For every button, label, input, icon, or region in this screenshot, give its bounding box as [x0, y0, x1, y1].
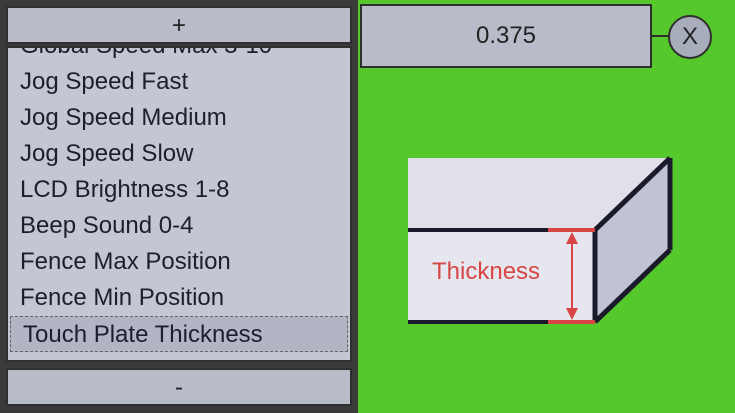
settings-list[interactable]: Global Speed Max 3-10 Jog Speed Fast Jog…: [6, 46, 352, 362]
list-item-jog-speed-fast[interactable]: Jog Speed Fast: [8, 64, 350, 100]
list-item-jog-speed-medium[interactable]: Jog Speed Medium: [8, 100, 350, 136]
thickness-label: Thickness: [432, 258, 541, 285]
list-item-jog-speed-slow[interactable]: Jog Speed Slow: [8, 136, 350, 172]
close-button[interactable]: X: [668, 15, 712, 59]
list-item-global-speed[interactable]: Global Speed Max 3-10: [8, 48, 350, 64]
list-item-fence-max[interactable]: Fence Max Position: [8, 244, 350, 280]
thickness-illustration: [408, 156, 673, 324]
value-display[interactable]: 0.375: [360, 4, 652, 68]
list-item-touch-plate-thickness[interactable]: Touch Plate Thickness: [10, 316, 348, 352]
decrement-button[interactable]: -: [6, 368, 352, 406]
increment-button[interactable]: +: [6, 6, 352, 44]
list-item-lcd-brightness[interactable]: LCD Brightness 1-8: [8, 172, 350, 208]
settings-panel: + Global Speed Max 3-10 Jog Speed Fast J…: [0, 0, 358, 413]
list-item-beep-sound[interactable]: Beep Sound 0-4: [8, 208, 350, 244]
list-item-fence-min[interactable]: Fence Min Position: [8, 280, 350, 316]
